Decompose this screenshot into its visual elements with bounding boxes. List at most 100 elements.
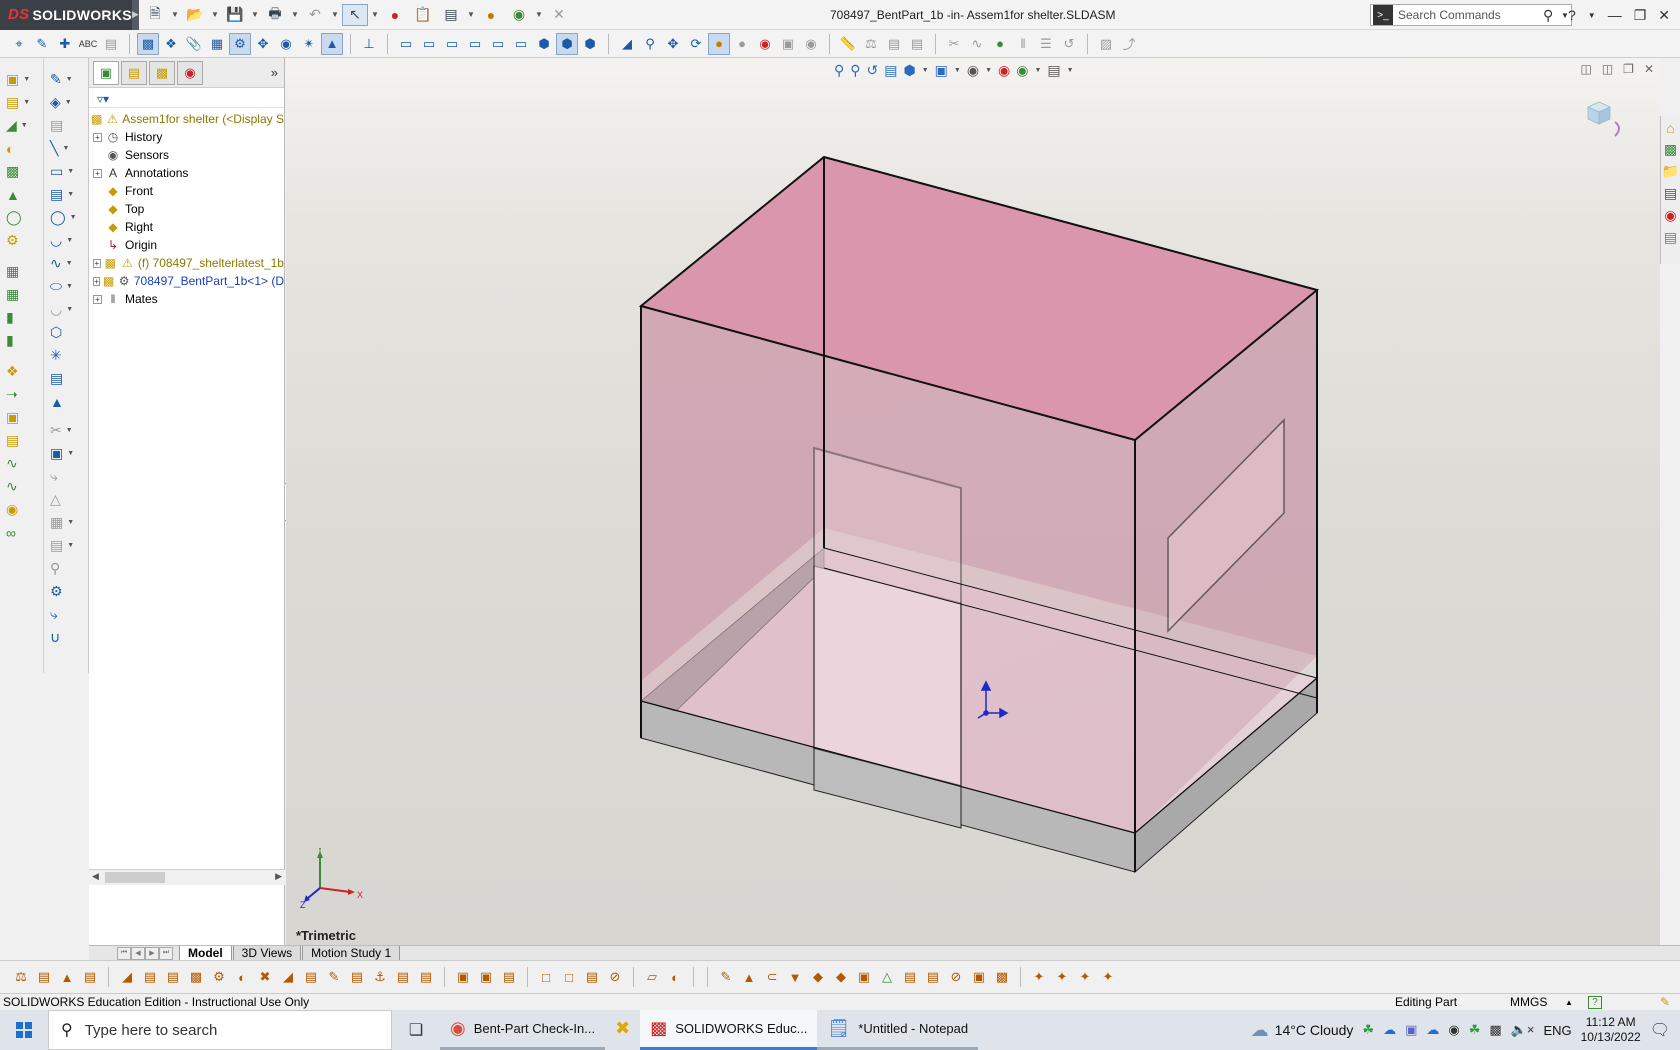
mirror-icon[interactable]: ▮: [0, 306, 40, 329]
wrap-icon[interactable]: ▤: [0, 429, 40, 452]
open-dropdown-icon[interactable]: ▼: [210, 4, 220, 26]
flatten-icon[interactable]: ▤: [498, 966, 520, 988]
taskbar-app[interactable]: ▩ SOLIDWORKS Educ...: [640, 1010, 818, 1050]
trim-icon[interactable]: ✂ ▼: [44, 419, 84, 442]
lofted-bend-icon[interactable]: ▲: [56, 966, 78, 988]
clearance-icon[interactable]: ▤: [906, 33, 928, 55]
sweep-wm-icon[interactable]: △: [876, 966, 898, 988]
move-entity-icon[interactable]: ✚: [54, 33, 76, 55]
component-pattern-icon[interactable]: ▦: [206, 33, 228, 55]
curves-icon[interactable]: ▣: [0, 406, 40, 429]
menu-expand-arrow-icon[interactable]: ▶: [131, 0, 140, 30]
help-icon[interactable]: ?: [1568, 7, 1576, 23]
move-entities-icon[interactable]: ▤ ▼: [44, 534, 84, 557]
mate-icon[interactable]: 📎: [183, 33, 205, 55]
file-properties-icon[interactable]: 📋: [410, 4, 436, 26]
new-dropdown-icon[interactable]: ▼: [170, 4, 180, 26]
options-dropdown-icon[interactable]: ▼: [466, 4, 476, 26]
extruded-boss-icon[interactable]: ▣ ▼: [0, 68, 40, 91]
tree-item[interactable]: + ◷ History: [89, 128, 284, 146]
back-view-icon[interactable]: ▭: [418, 33, 440, 55]
hole-alignment-icon[interactable]: ●: [989, 33, 1011, 55]
restore-icon[interactable]: ❐: [1634, 7, 1647, 24]
undo-dropdown-icon[interactable]: ▼: [330, 4, 340, 26]
sketch-icon[interactable]: ✎: [31, 33, 53, 55]
mass-properties-icon[interactable]: ⚖: [860, 33, 882, 55]
unit-system[interactable]: MMGS: [1510, 995, 1547, 1009]
filter-icon[interactable]: ▿▾: [97, 92, 109, 106]
trim-extend-icon[interactable]: ⊂: [761, 966, 783, 988]
offset-entities-icon[interactable]: ⤷: [44, 465, 84, 488]
fillet-icon[interactable]: ◢ ▼: [0, 114, 40, 137]
expand-panel-icon[interactable]: »: [271, 65, 278, 80]
right-view-icon[interactable]: ▭: [464, 33, 486, 55]
solidworks-logo[interactable]: DS SOLIDWORKS ▶: [0, 0, 140, 30]
rebuild-traffic-light-icon[interactable]: ●: [382, 4, 408, 26]
clock[interactable]: 11:12 AM 10/13/2022: [1581, 1015, 1641, 1045]
tree-item[interactable]: + ▩ ⚠ (f) 708497_shelterlatest_1b: [89, 254, 284, 272]
configurationmanager-tab-icon[interactable]: ▩: [149, 60, 175, 85]
sketch-tool-icon[interactable]: ✎ ▼: [44, 68, 84, 91]
expand-toggle-icon[interactable]: +: [93, 294, 102, 304]
smart-dim-sketch-icon[interactable]: ◈ ▼: [44, 91, 84, 114]
graphics-area[interactable]: ⚲ ⚲ ↺ ▤ ⬢ ▼ ▣ ▼ ◉ ▼ ◉ ◉ ▼ ▤ ▼ ◫ ◫ ❐ ✕ Y …: [286, 58, 1660, 945]
rectangle-icon[interactable]: ▭ ▼: [44, 160, 84, 183]
security-tray-icon[interactable]: ☘: [1469, 1022, 1481, 1038]
prev-tab-icon[interactable]: ◀: [131, 946, 145, 960]
print-dropdown-icon[interactable]: ▼: [290, 4, 300, 26]
help-dropdown-icon[interactable]: ▼: [1588, 11, 1596, 20]
fold-icon[interactable]: ▣: [475, 966, 497, 988]
explode-line-icon[interactable]: ⤴: [1118, 33, 1140, 55]
tree-item[interactable]: ◆ Front: [89, 182, 284, 200]
tree-horizontal-scrollbar[interactable]: ◀ ▶: [89, 869, 285, 885]
sketch-pattern-icon[interactable]: ▦ ▼: [44, 511, 84, 534]
sweep-icon[interactable]: ▩: [0, 160, 40, 183]
rib-icon[interactable]: ⚙: [0, 229, 40, 252]
helix-icon[interactable]: ∿: [0, 452, 40, 475]
tree-filter[interactable]: ▿▾: [89, 90, 284, 108]
scroll-left-icon[interactable]: ◀: [92, 871, 99, 882]
convert-sheet-metal-icon[interactable]: ▤: [33, 966, 55, 988]
slot-icon[interactable]: ▤ ▼: [44, 183, 84, 206]
left-view-icon[interactable]: ▭: [441, 33, 463, 55]
edge-flange-grey-icon[interactable]: ▤: [79, 966, 101, 988]
teams-tray-icon[interactable]: ▣: [1405, 1022, 1417, 1038]
mold-tools-icon[interactable]: ✦: [1028, 966, 1050, 988]
close-icon[interactable]: ✕: [1658, 7, 1670, 24]
minimize-icon[interactable]: —: [1608, 7, 1622, 23]
displaymanager-tab-icon[interactable]: ◉: [177, 60, 203, 85]
loft-icon[interactable]: ▲: [0, 183, 40, 206]
tree-item[interactable]: ↳ Origin: [89, 236, 284, 254]
appearance-ball-icon[interactable]: ●: [478, 4, 504, 26]
onedrive-tray-icon[interactable]: ☁: [1426, 1022, 1439, 1038]
box-icon[interactable]: ▣: [968, 966, 990, 988]
smart-dimension-icon[interactable]: ⌖: [8, 33, 30, 55]
forming-tool-icon[interactable]: ⚓: [369, 966, 391, 988]
spring-icon[interactable]: ∞: [0, 521, 40, 544]
circle-icon[interactable]: ◯ ▼: [44, 206, 84, 229]
physical-dynamics-icon[interactable]: ↺: [1058, 33, 1080, 55]
solidworks-resources-icon[interactable]: ⌂: [1666, 120, 1674, 136]
taskbar-app[interactable]: ◉ Bent-Part Check-In...: [440, 1010, 606, 1050]
undo-icon[interactable]: ↶: [302, 4, 328, 26]
start-button[interactable]: [0, 1010, 48, 1050]
show-hidden-icon[interactable]: ◉: [275, 33, 297, 55]
select-dropdown-icon[interactable]: ▼: [370, 4, 380, 26]
vent-icon[interactable]: ▤: [415, 966, 437, 988]
smart-fasteners-icon[interactable]: ⚙: [229, 32, 251, 55]
magnet-icon[interactable]: ∪: [44, 626, 84, 649]
tree-item[interactable]: + ‖ Mates: [89, 290, 284, 308]
linear-pattern-icon[interactable]: ▦: [0, 260, 40, 283]
ruler-icon[interactable]: ✂: [943, 33, 965, 55]
circular-pattern-icon[interactable]: ▦: [0, 283, 40, 306]
point-icon[interactable]: ✳: [44, 344, 84, 367]
decals-icon[interactable]: ▣: [777, 33, 799, 55]
expand-toggle-icon[interactable]: +: [93, 258, 101, 268]
scroll-right-icon[interactable]: ▶: [275, 871, 282, 882]
front-view-icon[interactable]: ▭: [395, 33, 417, 55]
tab-slot-icon[interactable]: ▩: [185, 966, 207, 988]
green-app-tray-icon[interactable]: ☘: [1362, 1022, 1374, 1038]
closed-corner-icon[interactable]: ▤: [300, 966, 322, 988]
cloud-sync-tray-icon[interactable]: ☁: [1383, 1022, 1396, 1038]
corners-icon[interactable]: ◢: [277, 966, 299, 988]
